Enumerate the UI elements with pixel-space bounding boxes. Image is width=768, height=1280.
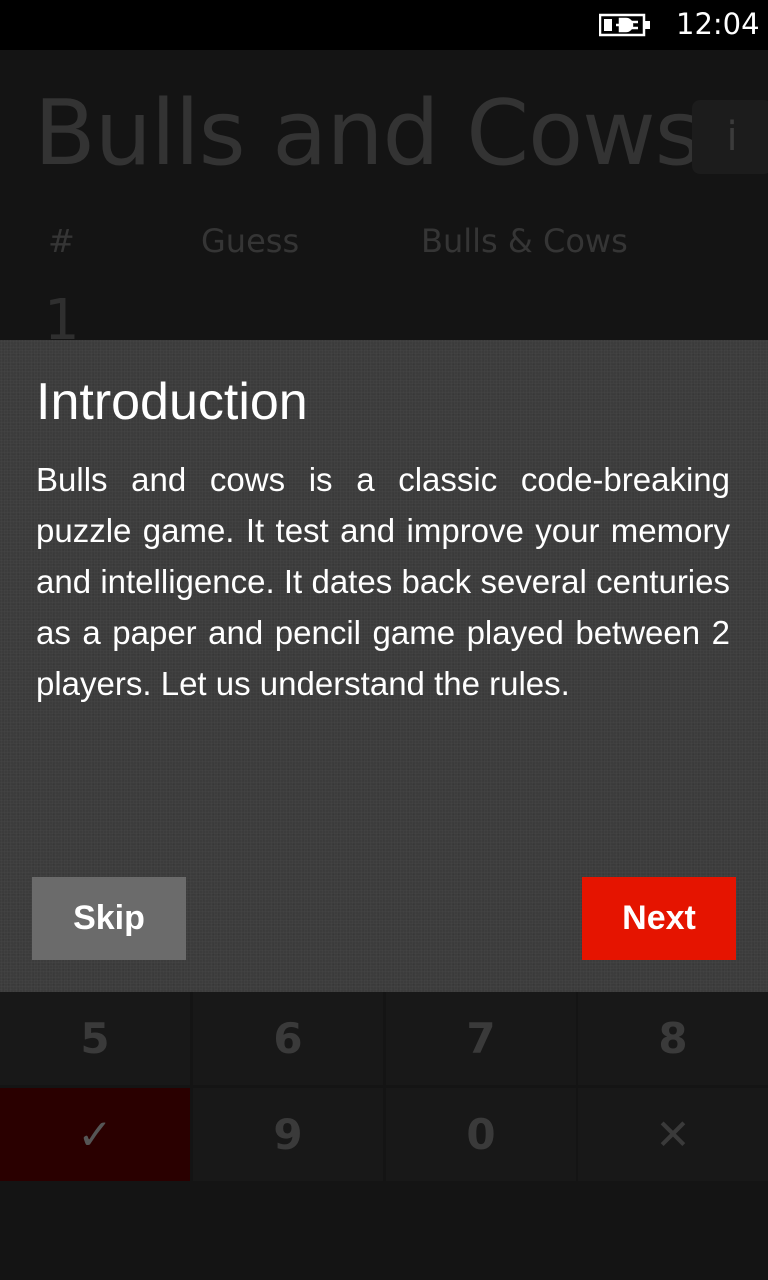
column-header-bulls-cows: Bulls & Cows [421, 222, 628, 260]
key-9[interactable]: 9 [193, 1088, 383, 1181]
dialog-body: Bulls and cows is a classic code-breakin… [36, 461, 730, 702]
keypad: 5 6 7 8 ✓ 9 0 ✕ [0, 992, 768, 1182]
battery-charging-icon [599, 13, 650, 37]
clock: 12:04 [676, 7, 760, 41]
key-8[interactable]: 8 [578, 992, 768, 1085]
status-bar: 12:04 [0, 0, 768, 50]
confirm-key[interactable]: ✓ [0, 1088, 190, 1181]
key-0[interactable]: 0 [386, 1088, 576, 1181]
key-6[interactable]: 6 [193, 992, 383, 1085]
column-header-guess: Guess [201, 222, 300, 260]
next-button[interactable]: Next [582, 877, 736, 960]
key-5[interactable]: 5 [0, 992, 190, 1085]
app-title: Bulls and Cows [34, 81, 702, 186]
key-7[interactable]: 7 [386, 992, 576, 1085]
dialog-title: Introduction [36, 373, 308, 431]
intro-dialog: Introduction Bulls and cows is a classic… [0, 340, 768, 992]
delete-key[interactable]: ✕ [578, 1088, 768, 1181]
skip-button[interactable]: Skip [32, 877, 186, 960]
column-header-number: # [48, 222, 75, 260]
info-button[interactable]: i [692, 100, 768, 174]
